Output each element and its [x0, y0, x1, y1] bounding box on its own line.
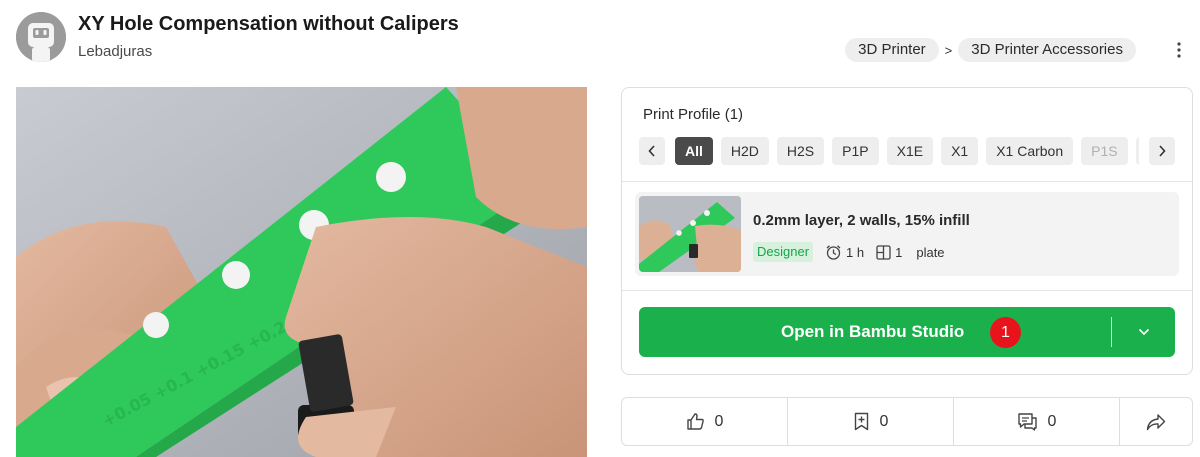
profile-card[interactable]: 0.2mm layer, 2 walls, 15% infill Designe… — [635, 192, 1179, 276]
collect-count: 0 — [879, 412, 889, 430]
chevron-left-icon — [648, 145, 655, 157]
tabs-prev-button[interactable] — [639, 137, 665, 165]
tab-h2s[interactable]: H2S — [776, 137, 825, 165]
comment-count: 0 — [1047, 412, 1057, 430]
like-button[interactable]: 0 — [622, 398, 788, 445]
author-name[interactable]: Lebadjuras — [78, 43, 152, 60]
bookmark-icon — [853, 412, 870, 431]
open-options-dropdown[interactable] — [1112, 307, 1175, 357]
tab-x1[interactable]: X1 — [941, 137, 979, 165]
share-icon — [1146, 413, 1166, 431]
comment-icon — [1017, 412, 1038, 431]
tab-p1p[interactable]: P1P — [832, 137, 879, 165]
plate-label: plate — [916, 244, 945, 260]
breadcrumb-separator: > — [944, 42, 953, 58]
comment-button[interactable]: 0 — [954, 398, 1120, 445]
print-time-value: 1 h — [846, 244, 865, 260]
breadcrumb: 3D Printer > 3D Printer Accessories — [845, 38, 1136, 62]
plate-icon — [876, 244, 891, 260]
action-bar: 0 0 0 — [621, 397, 1193, 446]
open-button-label: Open in Bambu Studio — [781, 322, 965, 341]
like-count: 0 — [714, 412, 724, 430]
open-in-bambu-studio-button[interactable]: Open in Bambu Studio 1 — [639, 307, 1175, 357]
page-title: XY Hole Compensation without Calipers — [78, 13, 459, 35]
designer-badge: Designer — [753, 242, 814, 262]
avatar-icon — [16, 12, 66, 62]
printer-tabs: All H2D H2S P1P X1E X1 X1 Carbon P1S A1 — [639, 137, 1175, 165]
print-profile-panel: Print Profile (1) All H2D H2S P1P X1E X1… — [621, 87, 1193, 375]
model-photo-image: +0.05 +0.1 +0.15 +0.2 +0.25 — [16, 87, 587, 457]
thumbs-up-icon — [686, 412, 705, 431]
tab-all[interactable]: All — [675, 137, 713, 165]
plate-count-value: 1 — [895, 244, 903, 260]
divider — [622, 290, 1192, 291]
profile-thumbnail — [639, 196, 741, 272]
clock-icon — [825, 244, 842, 261]
more-options-button[interactable] — [1170, 38, 1188, 62]
tab-a1[interactable]: A1 — [1135, 137, 1139, 165]
profile-thumbnail-image — [639, 196, 741, 272]
collect-button[interactable]: 0 — [788, 398, 954, 445]
tab-strip: All H2D H2S P1P X1E X1 X1 Carbon P1S A1 — [675, 137, 1139, 165]
tab-p1s[interactable]: P1S — [1081, 137, 1128, 165]
breadcrumb-item-accessories[interactable]: 3D Printer Accessories — [958, 38, 1136, 62]
model-photo[interactable]: +0.05 +0.1 +0.15 +0.2 +0.25 — [16, 87, 587, 457]
avatar[interactable] — [16, 12, 66, 62]
profile-name: 0.2mm layer, 2 walls, 15% infill — [753, 212, 970, 229]
tab-x1e[interactable]: X1E — [886, 137, 934, 165]
breadcrumb-item-3d-printer[interactable]: 3D Printer — [845, 38, 939, 62]
tab-h2d[interactable]: H2D — [720, 137, 769, 165]
chevron-right-icon — [1159, 145, 1166, 157]
tabs-next-button[interactable] — [1149, 137, 1175, 165]
print-profile-heading: Print Profile (1) — [643, 106, 744, 123]
chevron-down-icon — [1138, 328, 1149, 336]
more-vertical-icon — [1177, 42, 1181, 58]
tab-x1-carbon[interactable]: X1 Carbon — [986, 137, 1074, 165]
share-button[interactable] — [1120, 398, 1192, 445]
divider — [622, 181, 1192, 182]
print-time: 1 h — [825, 244, 864, 261]
open-count-badge: 1 — [990, 317, 1021, 348]
profile-meta: Designer 1 h 1 plate — [753, 242, 945, 262]
plate-count: 1 — [876, 245, 902, 260]
